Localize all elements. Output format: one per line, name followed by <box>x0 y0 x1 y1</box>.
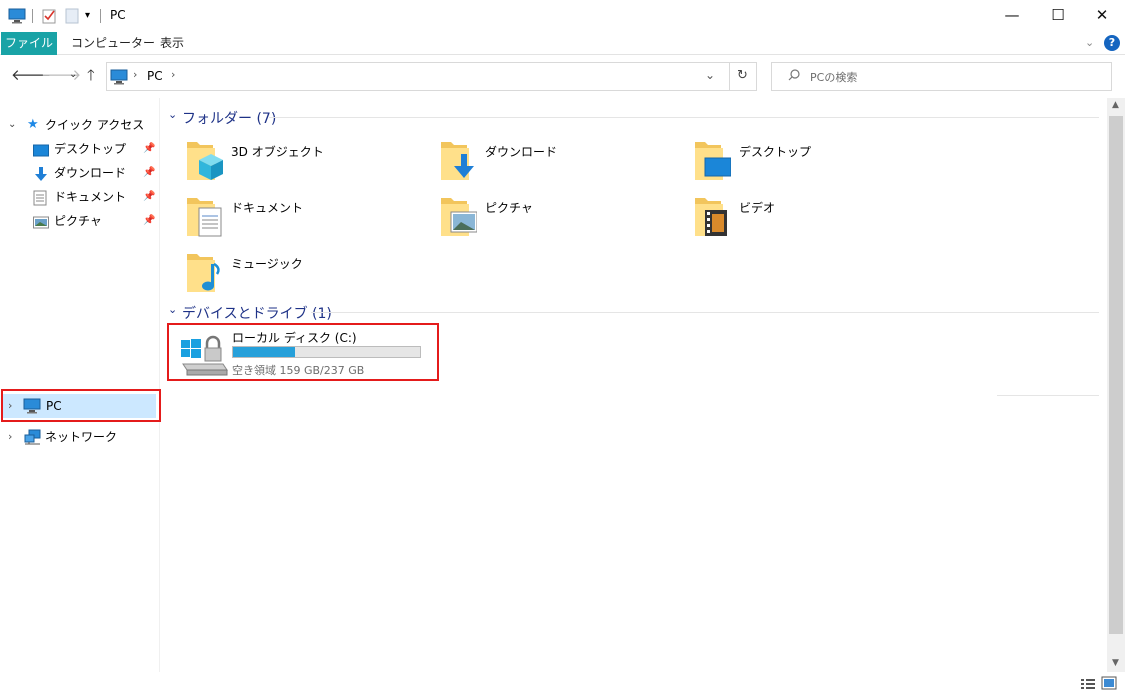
customize-toolbar-icon[interactable]: ▾ <box>85 10 90 21</box>
folder-label: デスクトップ <box>739 145 812 159</box>
search-icon <box>788 69 800 84</box>
pin-icon[interactable]: 📌 <box>143 185 155 209</box>
address-dropdown-icon[interactable]: ⌄ <box>705 68 715 82</box>
desktop-icon <box>33 142 49 157</box>
tab-view[interactable]: 表示 <box>150 32 194 55</box>
folder-label: ミュージック <box>231 257 303 271</box>
music-folder-icon <box>185 250 223 292</box>
documents-folder-icon <box>185 194 223 237</box>
folder-desktop[interactable]: デスクトップ <box>693 138 933 190</box>
pin-icon[interactable]: 📌 <box>143 137 155 161</box>
folder-label: ドキュメント <box>231 201 304 215</box>
title-bar: ▾ PC — ☐ ✕ <box>0 0 1125 32</box>
details-view-icon[interactable] <box>1080 677 1096 694</box>
recent-locations-button[interactable]: ⌄ <box>69 69 77 80</box>
computer-icon <box>8 8 26 27</box>
sidebar-item-label: ピクチャ <box>54 214 102 228</box>
divider <box>729 63 730 90</box>
pin-icon[interactable]: 📌 <box>143 161 155 185</box>
network-icon <box>24 429 42 453</box>
folder-documents[interactable]: ドキュメント <box>185 194 425 246</box>
large-icons-view-icon[interactable] <box>1101 676 1117 693</box>
properties-icon[interactable] <box>42 8 56 27</box>
close-button[interactable]: ✕ <box>1079 0 1125 30</box>
sidebar-item-desktop[interactable]: デスクトップ 📌 <box>0 137 158 161</box>
vertical-scrollbar[interactable]: ▲ ▼ <box>1107 98 1125 672</box>
chevron-right-icon[interactable]: › <box>8 425 12 449</box>
sidebar-item-network[interactable]: › ネットワーク <box>0 425 158 449</box>
videos-folder-icon <box>693 194 731 236</box>
navigation-bar: 🡐 🡒 ⌄ 🡑 › PC › ⌄ ↻ PCの検索 <box>0 56 1125 96</box>
group-header-folders[interactable]: フォルダー (7) <box>182 108 276 128</box>
window-title: PC <box>110 8 126 22</box>
chevron-down-icon[interactable]: ⌄ <box>168 303 177 316</box>
sidebar-item-label: ダウンロード <box>54 166 127 180</box>
desktop-folder-icon <box>693 138 732 180</box>
navigation-pane: ⌄ ★ クイック アクセス デスクトップ 📌 ダウンロード 📌 ドキュメント 📌… <box>0 98 160 672</box>
sidebar-item-label: ドキュメント <box>54 190 127 204</box>
picture-icon <box>33 214 49 229</box>
folder-label: ビデオ <box>739 201 776 215</box>
expand-ribbon-icon[interactable]: ⌄ <box>1085 36 1094 49</box>
search-placeholder: PCの検索 <box>810 71 858 84</box>
pin-icon[interactable]: 📌 <box>143 209 155 233</box>
chevron-down-icon[interactable]: ⌄ <box>8 113 16 137</box>
close-icon: ✕ <box>1095 6 1109 24</box>
sidebar-item-label: クイック アクセス <box>45 118 145 132</box>
sidebar-item-label: デスクトップ <box>54 142 127 156</box>
up-button[interactable]: 🡑 <box>87 65 95 90</box>
highlight-frame-drive <box>167 323 439 381</box>
folder-downloads[interactable]: ダウンロード <box>439 138 679 190</box>
status-bar <box>0 672 1125 697</box>
downloads-folder-icon <box>439 138 477 180</box>
sidebar-item-documents[interactable]: ドキュメント 📌 <box>0 185 158 209</box>
maximize-icon: ☐ <box>1051 6 1065 24</box>
sidebar-item-pictures[interactable]: ピクチャ 📌 <box>0 209 158 233</box>
highlight-frame-pc <box>1 389 161 422</box>
star-icon: ★ <box>27 117 39 132</box>
document-icon <box>33 190 49 206</box>
scroll-up-icon[interactable]: ▲ <box>1112 100 1119 110</box>
address-bar[interactable]: › PC › ⌄ ↻ <box>106 62 757 91</box>
breadcrumb-item[interactable]: PC <box>147 69 163 83</box>
ribbon-tabs: ファイル コンピューター 表示 ⌄ ? <box>0 32 1125 55</box>
file-list: ⌄ フォルダー (7) 3D オブジェクト ダウンロード デスクトップ ドキュメ… <box>161 98 1107 672</box>
tab-file[interactable]: ファイル <box>1 32 57 55</box>
scrollbar-thumb[interactable] <box>1109 116 1123 634</box>
folder-label: ピクチャ <box>485 201 533 215</box>
sidebar-item-downloads[interactable]: ダウンロード 📌 <box>0 161 158 185</box>
computer-icon <box>110 69 128 88</box>
pictures-folder-icon <box>439 194 478 236</box>
chevron-down-icon[interactable]: ⌄ <box>168 108 177 121</box>
separator <box>100 9 101 23</box>
separator <box>32 9 33 23</box>
sidebar-item-quick-access[interactable]: ⌄ ★ クイック アクセス <box>0 113 158 137</box>
folder-pictures[interactable]: ピクチャ <box>439 194 679 246</box>
search-box[interactable]: PCの検索 <box>771 62 1112 91</box>
breadcrumb-separator[interactable]: › <box>133 68 137 81</box>
sidebar-item-label: ネットワーク <box>45 430 118 444</box>
folder-3d-objects[interactable]: 3D オブジェクト <box>185 138 425 190</box>
maximize-button[interactable]: ☐ <box>1035 0 1081 30</box>
folder-label: 3D オブジェクト <box>231 145 324 159</box>
divider <box>269 117 1099 118</box>
new-folder-icon[interactable] <box>65 8 79 27</box>
folder-music[interactable]: ミュージック <box>185 250 425 302</box>
group-header-drives[interactable]: デバイスとドライブ (1) <box>182 303 332 323</box>
refresh-icon[interactable]: ↻ <box>737 68 748 83</box>
scroll-down-icon[interactable]: ▼ <box>1112 658 1119 668</box>
minimize-icon: — <box>1004 6 1020 24</box>
download-icon <box>33 166 49 181</box>
folder-videos[interactable]: ビデオ <box>693 194 933 246</box>
folder-label: ダウンロード <box>485 145 558 159</box>
breadcrumb-separator[interactable]: › <box>171 68 175 81</box>
help-icon[interactable]: ? <box>1104 35 1120 51</box>
divider <box>997 395 1099 396</box>
divider <box>311 312 1099 313</box>
3d-objects-folder-icon <box>185 138 223 180</box>
minimize-button[interactable]: — <box>989 0 1035 30</box>
